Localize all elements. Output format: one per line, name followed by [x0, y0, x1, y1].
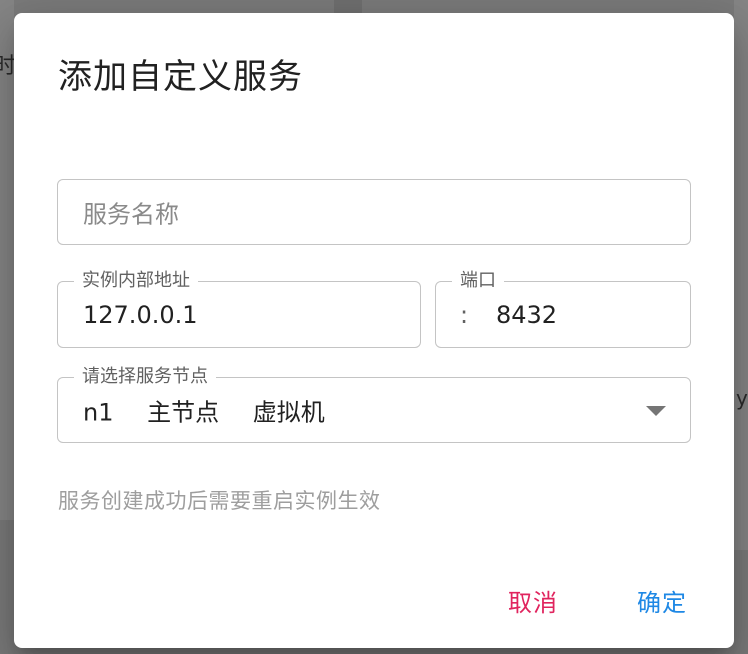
dialog-title: 添加自定义服务 [58, 57, 303, 97]
instance-address-value: 127.0.0.1 [83, 300, 198, 329]
service-node-label: 请选择服务节点 [74, 364, 216, 390]
confirm-button[interactable]: 确定 [629, 579, 695, 622]
port-value: 8432 [496, 300, 558, 329]
cancel-button[interactable]: 取消 [500, 579, 566, 622]
instance-address-field[interactable]: 实例内部地址 127.0.0.1 [57, 268, 421, 348]
restart-hint: 服务创建成功后需要重启实例生效 [58, 489, 381, 513]
add-custom-service-dialog: 添加自定义服务 服务名称 实例内部地址 127.0.0.1 端口 : 8432 … [14, 13, 734, 648]
service-name-field[interactable]: 服务名称 [57, 179, 691, 245]
node-type: 虚拟机 [252, 398, 325, 427]
background-panel-top [334, 0, 362, 14]
background-panel-right [734, 0, 748, 550]
service-node-selected: n1 主节点 虚拟机 [83, 393, 351, 428]
node-role: 主节点 [147, 398, 220, 427]
service-node-select[interactable]: 请选择服务节点 n1 主节点 虚拟机 [57, 364, 691, 443]
port-separator: : [460, 300, 469, 329]
background-fragment-right: yn [736, 386, 748, 410]
service-name-placeholder: 服务名称 [83, 200, 179, 229]
instance-address-label: 实例内部地址 [74, 268, 198, 294]
port-field[interactable]: 端口 : 8432 [435, 268, 691, 348]
port-label: 端口 [452, 268, 504, 294]
node-id: n1 [83, 398, 114, 427]
dropdown-arrow-icon[interactable] [646, 406, 666, 416]
